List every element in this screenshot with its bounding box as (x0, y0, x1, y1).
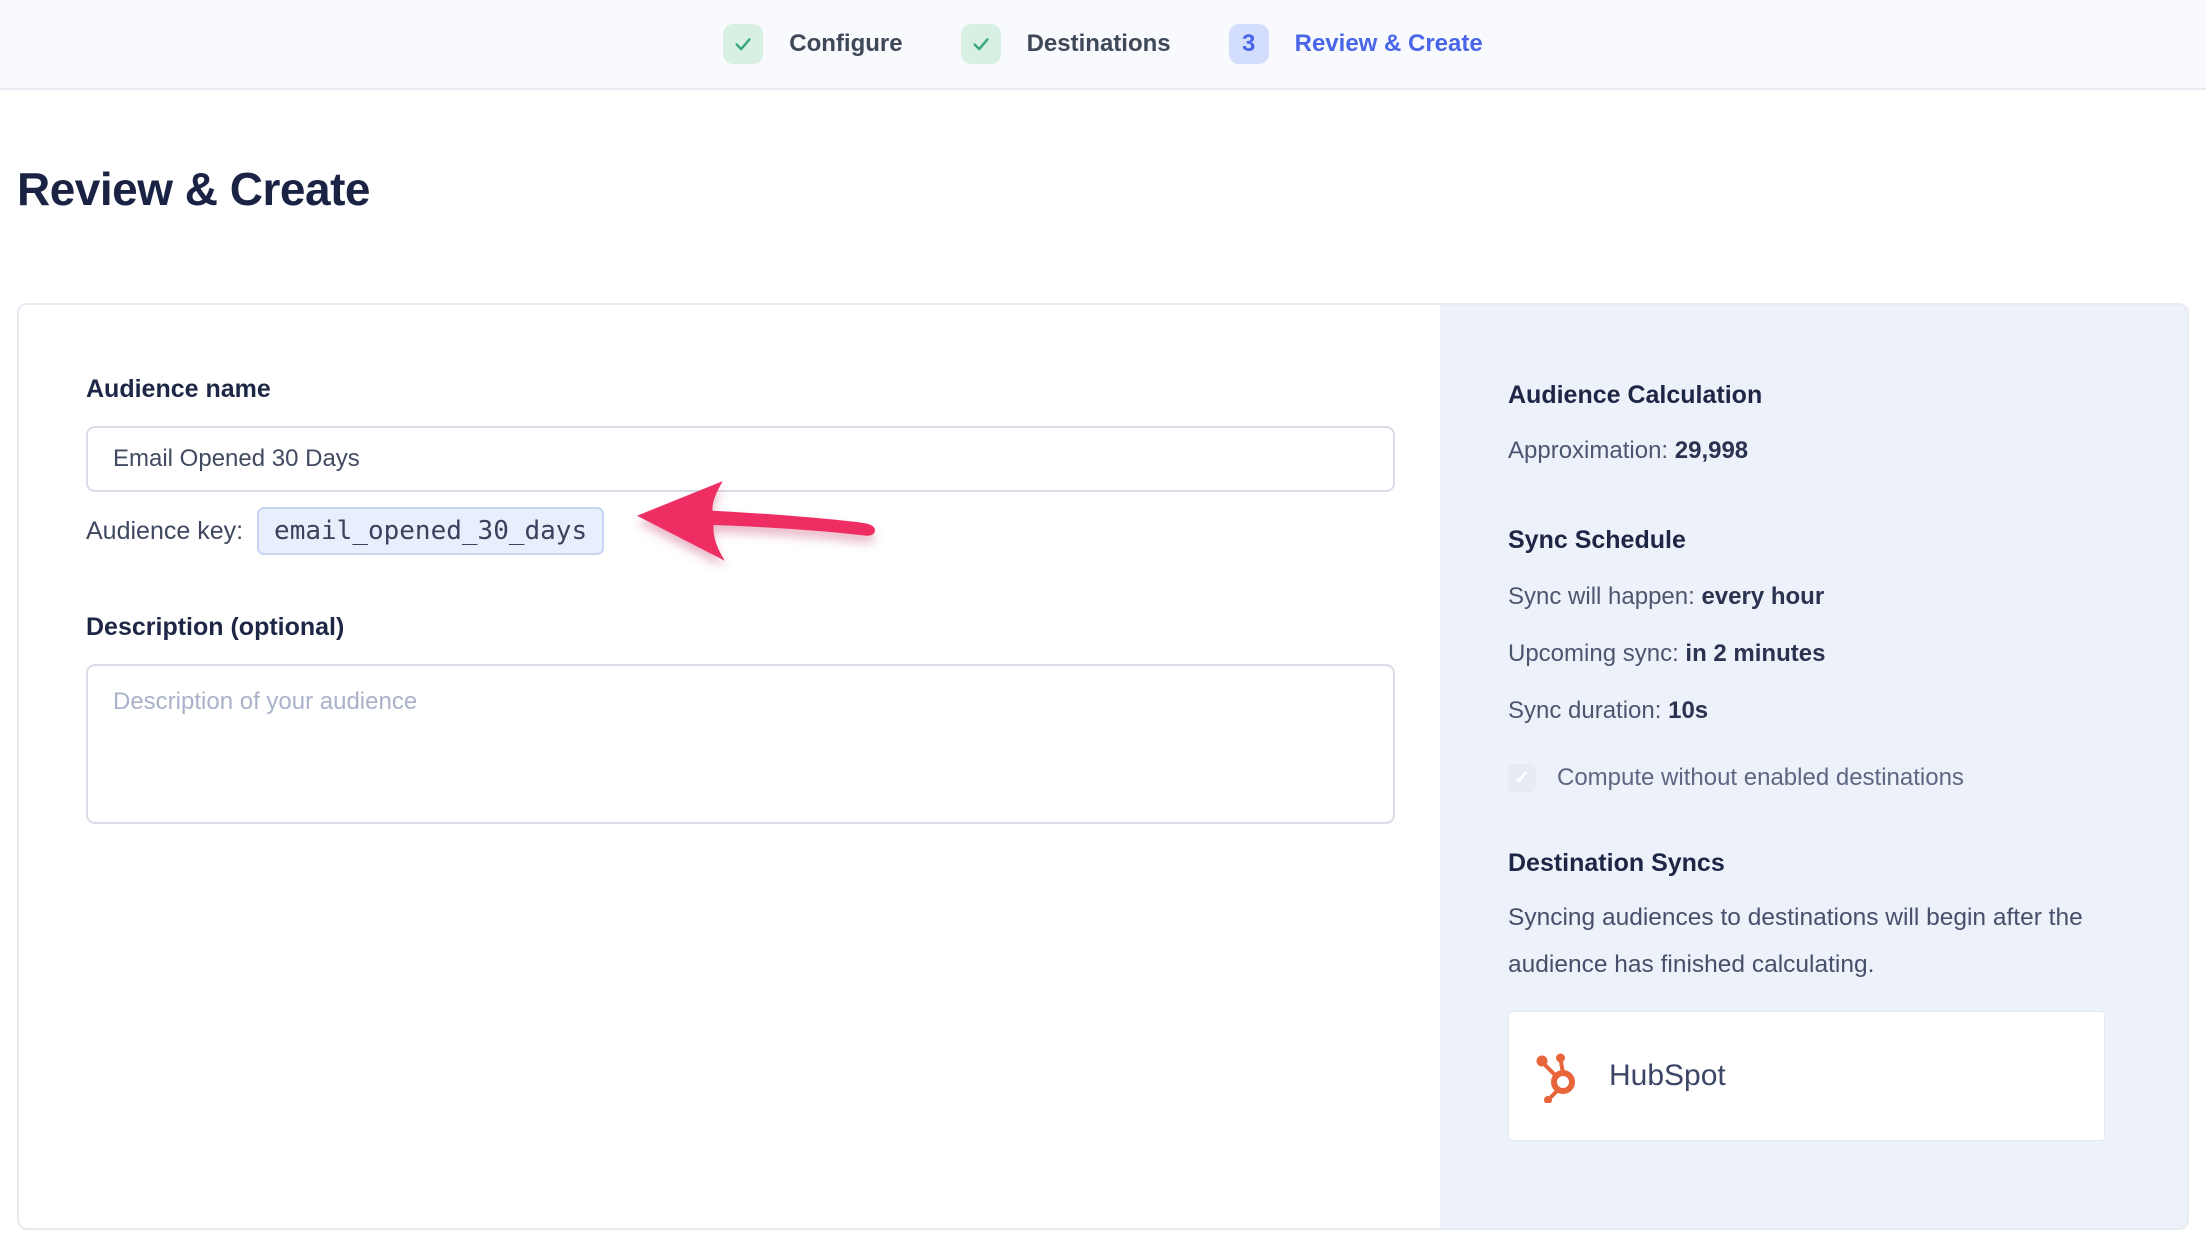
sync-frequency-label: Sync will happen: (1508, 583, 1695, 610)
destination-hubspot-card[interactable]: HubSpot (1508, 1011, 2105, 1141)
check-icon (723, 24, 763, 64)
step-label: Review & Create (1295, 30, 1483, 58)
upcoming-sync-row: Upcoming sync: in 2 minutes (1508, 639, 2121, 669)
page-title: Review & Create (17, 162, 370, 216)
step-label: Destinations (1027, 30, 1171, 58)
step-label: Configure (789, 30, 902, 58)
approximation-label: Approximation: (1508, 437, 1668, 464)
upcoming-sync-label: Upcoming sync: (1508, 640, 1679, 667)
approximation-line: Approximation: 29,998 (1508, 436, 2121, 466)
hubspot-logo-icon (1533, 1049, 1583, 1103)
check-icon (961, 24, 1001, 64)
sync-schedule-title: Sync Schedule (1508, 526, 2121, 555)
description-label: Description (optional) (86, 613, 1412, 642)
audience-form: Audience name Audience key: email_opened… (86, 375, 1412, 824)
destination-syncs-title: Destination Syncs (1508, 849, 2121, 878)
sync-frequency-row: Sync will happen: every hour (1508, 582, 2121, 612)
sync-duration-value: 10s (1668, 697, 1708, 724)
wizard-stepper-bar: Configure Destinations 3 Review & Create (0, 0, 2206, 90)
destination-name: HubSpot (1609, 1059, 1726, 1093)
audience-key-chip: email_opened_30_days (257, 507, 604, 555)
compute-checkbox-row: ✓ Compute without enabled destinations (1508, 764, 2121, 792)
audience-calculation-title: Audience Calculation (1508, 381, 2121, 410)
approximation-value: 29,998 (1675, 437, 1748, 464)
audience-name-label: Audience name (86, 375, 1412, 404)
step-number-badge: 3 (1229, 24, 1269, 64)
stepper: Configure Destinations 3 Review & Create (723, 24, 1482, 64)
summary-panel: Audience Calculation Approximation: 29,9… (1440, 305, 2189, 1228)
step-destinations[interactable]: Destinations (961, 24, 1171, 64)
audience-name-input[interactable] (86, 426, 1395, 492)
step-configure[interactable]: Configure (723, 24, 902, 64)
step-review-create[interactable]: 3 Review & Create (1229, 24, 1483, 64)
review-card: Audience name Audience key: email_opened… (17, 303, 2189, 1230)
description-textarea[interactable] (86, 664, 1395, 824)
sync-duration-row: Sync duration: 10s (1508, 696, 2121, 726)
upcoming-sync-value: in 2 minutes (1685, 640, 1825, 667)
compute-checkbox-label: Compute without enabled destinations (1557, 764, 1964, 792)
compute-checkbox[interactable]: ✓ (1508, 764, 1536, 792)
destination-syncs-description: Syncing audiences to destinations will b… (1508, 894, 2118, 988)
audience-key-label: Audience key: (86, 517, 243, 546)
audience-key-row: Audience key: email_opened_30_days (86, 507, 1412, 555)
sync-duration-label: Sync duration: (1508, 697, 1661, 724)
sync-frequency-value: every hour (1701, 583, 1824, 610)
